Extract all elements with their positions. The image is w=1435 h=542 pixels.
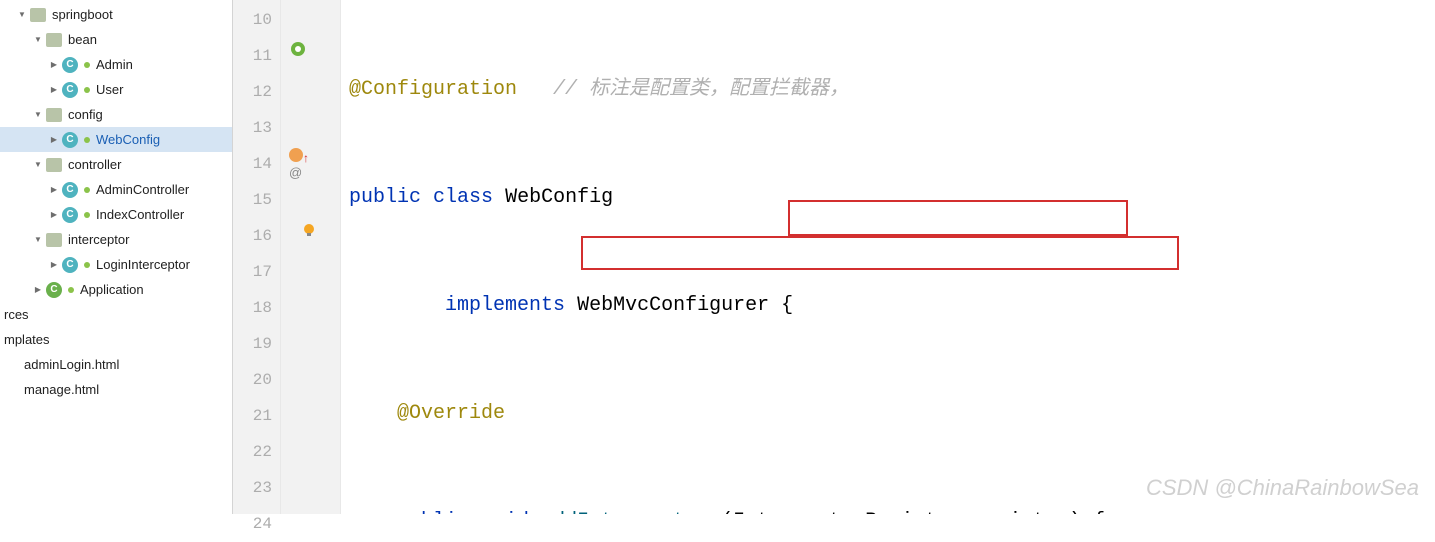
run-dot-icon <box>84 62 90 68</box>
chevron-down-icon <box>32 109 44 121</box>
tree-folder-bean[interactable]: bean <box>0 27 232 52</box>
code-line[interactable]: implements WebMvcConfigurer { <box>341 288 1435 324</box>
line-number: 16 <box>233 218 280 254</box>
chevron-down-icon <box>32 159 44 171</box>
tree-folder-controller[interactable]: controller <box>0 152 232 177</box>
tree-folder-springboot[interactable]: springboot <box>0 2 232 27</box>
run-dot-icon <box>84 137 90 143</box>
tree-folder-config[interactable]: config <box>0 102 232 127</box>
class-icon <box>62 57 78 73</box>
line-number: 24 <box>233 506 280 542</box>
gutter-icons: ↑ @ <box>281 0 341 514</box>
tree-class-indexcontroller[interactable]: IndexController <box>0 202 232 227</box>
chevron-down-icon <box>16 9 28 21</box>
line-number: 10 <box>233 2 280 38</box>
chevron-right-icon <box>48 184 60 196</box>
line-number: 20 <box>233 362 280 398</box>
line-number: 21 <box>233 398 280 434</box>
chevron-right-icon <box>48 259 60 271</box>
class-icon <box>62 257 78 273</box>
watermark: CSDN @ChinaRainbowSea <box>1146 470 1419 506</box>
tree-class-webconfig[interactable]: WebConfig <box>0 127 232 152</box>
line-number: 18 <box>233 290 280 326</box>
line-number: 17 <box>233 254 280 290</box>
run-dot-icon <box>68 287 74 293</box>
package-icon <box>46 33 62 47</box>
package-icon <box>46 108 62 122</box>
line-number-gutter[interactable]: 10 11 12 13 14 15 16 17 18 19 20 21 22 2… <box>233 0 281 514</box>
html-icon <box>4 383 18 397</box>
html-icon <box>4 358 18 372</box>
tree-folder-templates[interactable]: mplates <box>0 327 232 352</box>
line-number: 19 <box>233 326 280 362</box>
line-number: 23 <box>233 470 280 506</box>
chevron-right-icon <box>32 284 44 296</box>
tree-class-application[interactable]: Application <box>0 277 232 302</box>
project-tree[interactable]: springboot bean Admin User config WebCon… <box>0 0 233 514</box>
chevron-down-icon <box>32 34 44 46</box>
chevron-right-icon <box>48 134 60 146</box>
package-icon <box>46 158 62 172</box>
bulb-icon[interactable] <box>301 222 321 242</box>
class-icon <box>62 132 78 148</box>
run-dot-icon <box>84 187 90 193</box>
override-icon[interactable]: ↑ @ <box>289 148 309 168</box>
chevron-right-icon <box>48 84 60 96</box>
chevron-right-icon <box>48 209 60 221</box>
code-editor[interactable]: @Configuration // 标注是配置类，配置拦截器， public c… <box>341 0 1435 514</box>
class-icon <box>62 82 78 98</box>
tree-file-adminlogin[interactable]: adminLogin.html <box>0 352 232 377</box>
chevron-right-icon <box>48 59 60 71</box>
line-number: 22 <box>233 434 280 470</box>
chevron-down-icon <box>32 234 44 246</box>
class-icon <box>62 182 78 198</box>
tree-folder-interceptor[interactable]: interceptor <box>0 227 232 252</box>
tree-class-user[interactable]: User <box>0 77 232 102</box>
highlight-box-2 <box>581 236 1179 270</box>
code-line[interactable]: public class WebConfig <box>341 180 1435 216</box>
line-number: 14 <box>233 146 280 182</box>
tree-class-admincontroller[interactable]: AdminController <box>0 177 232 202</box>
tree-class-logininterceptor[interactable]: LoginInterceptor <box>0 252 232 277</box>
line-number: 11 <box>233 38 280 74</box>
tree-file-manage[interactable]: manage.html <box>0 377 232 402</box>
tree-class-admin[interactable]: Admin <box>0 52 232 77</box>
package-icon <box>30 8 46 22</box>
run-dot-icon <box>84 87 90 93</box>
bean-icon[interactable] <box>289 40 309 60</box>
code-line[interactable]: @Override <box>341 396 1435 432</box>
class-icon <box>62 207 78 223</box>
line-number: 12 <box>233 74 280 110</box>
app-icon <box>46 282 62 298</box>
line-number: 15 <box>233 182 280 218</box>
tree-folder-resources[interactable]: rces <box>0 302 232 327</box>
line-number: 13 <box>233 110 280 146</box>
run-dot-icon <box>84 262 90 268</box>
code-line[interactable]: @Configuration // 标注是配置类，配置拦截器， <box>341 72 1435 108</box>
package-icon <box>46 233 62 247</box>
run-dot-icon <box>84 212 90 218</box>
